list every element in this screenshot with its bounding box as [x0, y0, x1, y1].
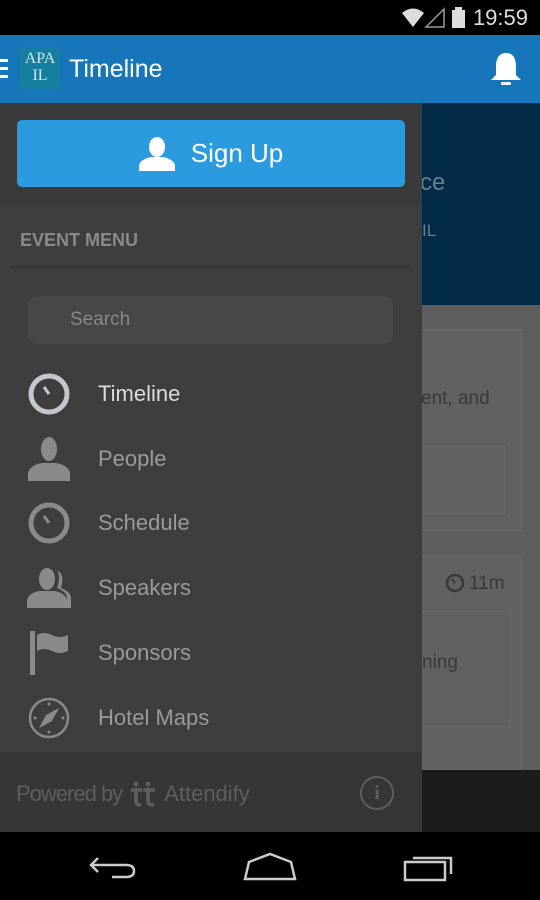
attendify-logo-icon — [131, 781, 156, 807]
time-ago: 11m — [469, 573, 505, 594]
menu-item-label: Hotel Maps — [98, 705, 210, 730]
system-nav-bar — [0, 832, 540, 900]
menu-icon[interactable] — [0, 59, 8, 79]
people-icon — [26, 565, 72, 611]
menu-item-sponsors[interactable]: Sponsors — [0, 622, 422, 684]
app-bar: APA IL Timeline — [0, 35, 540, 103]
menu-item-label: Speakers — [98, 575, 191, 600]
app-logo[interactable]: APA IL — [20, 47, 60, 89]
back-icon[interactable] — [88, 854, 136, 880]
sign-up-label: Sign Up — [190, 138, 284, 168]
clock-icon — [26, 500, 72, 546]
flag-icon — [26, 630, 72, 676]
info-button[interactable]: i — [360, 776, 394, 810]
clock-icon — [26, 371, 72, 417]
logo-text: IL — [32, 67, 48, 84]
signup-area: Sign Up — [0, 103, 422, 204]
home-icon[interactable] — [243, 852, 297, 882]
event-banner: ce IL — [420, 103, 540, 305]
section-title: EVENT MENU — [20, 230, 139, 250]
powered-by-label: Powered by — [16, 781, 123, 806]
navigation-drawer: Sign Up EVENT MENU Timeline People Sched… — [0, 103, 422, 832]
post-text: ning — [422, 652, 458, 673]
signal-icon — [424, 7, 445, 28]
brand-name: Attendify — [164, 781, 250, 806]
powered-by[interactable]: Powered by Attendify — [16, 781, 250, 807]
compass-icon — [26, 695, 72, 741]
wifi-icon — [402, 8, 424, 27]
post-inner-box: ning — [411, 611, 511, 727]
logo-text: APA — [24, 50, 56, 67]
clock-icon — [445, 573, 465, 593]
post-inner-box — [421, 446, 505, 514]
menu-item-label: People — [98, 446, 167, 471]
banner-subtitle: IL — [422, 221, 437, 240]
menu-item-label: Sponsors — [98, 640, 191, 665]
drawer-footer: Powered by Attendify i — [0, 752, 422, 832]
bell-icon[interactable] — [488, 51, 524, 87]
menu-item-people[interactable]: People — [0, 428, 422, 490]
menu-item-schedule[interactable]: Schedule — [0, 492, 422, 554]
person-icon — [138, 136, 175, 171]
bottom-bar — [422, 770, 540, 832]
menu-item-timeline[interactable]: Timeline — [0, 363, 422, 425]
info-icon: i — [374, 782, 380, 804]
battery-icon — [452, 7, 465, 28]
menu-item-hotel-maps[interactable]: Hotel Maps — [0, 687, 422, 749]
sign-up-button[interactable]: Sign Up — [17, 120, 405, 187]
page-title: Timeline — [69, 55, 163, 83]
search-input[interactable] — [28, 296, 393, 344]
person-icon — [26, 436, 72, 482]
divider — [10, 266, 410, 268]
recent-apps-icon[interactable] — [403, 852, 455, 882]
menu-item-speakers[interactable]: Speakers — [0, 557, 422, 619]
clock: 19:59 — [472, 5, 528, 30]
post-text: ent, and — [421, 388, 490, 409]
menu-item-label: Timeline — [98, 381, 181, 406]
menu-item-label: Schedule — [98, 510, 190, 535]
banner-title: ce — [420, 169, 446, 196]
status-bar: 19:59 — [0, 0, 540, 35]
